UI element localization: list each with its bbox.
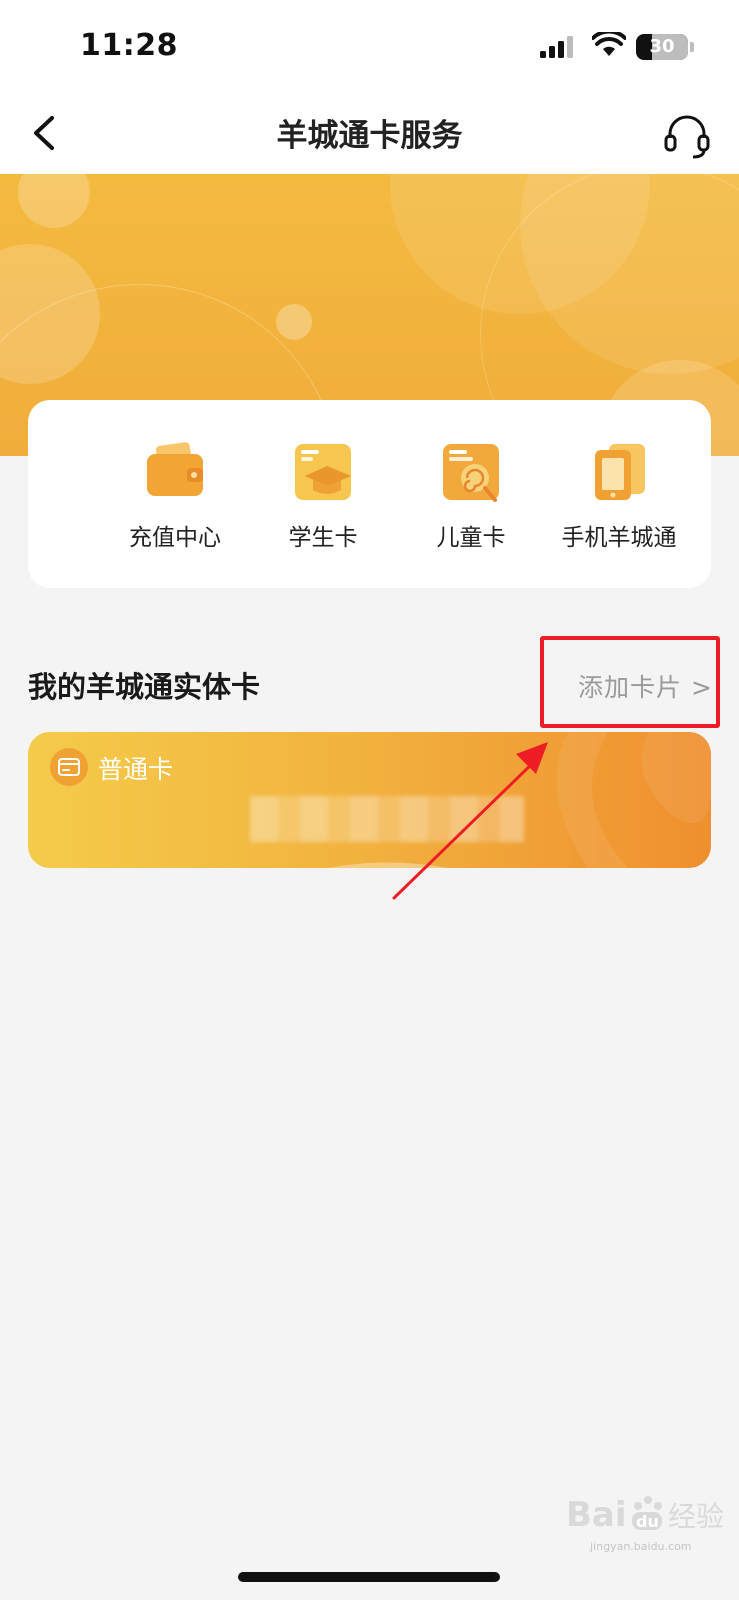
watermark-url: jingyan.baidu.com — [590, 1540, 692, 1553]
card-icon — [58, 758, 80, 776]
quick-action-child-card[interactable]: 儿童卡 — [396, 440, 546, 560]
annotation-arrow — [392, 742, 548, 900]
wifi-icon — [592, 32, 626, 56]
page-title: 羊城通卡服务 — [276, 118, 463, 154]
baidu-jingyan-watermark: Bai du 经验 — [566, 1495, 724, 1535]
battery-icon: 30 — [636, 34, 688, 60]
customer-service-button[interactable] — [660, 108, 714, 162]
quick-action-label: 手机羊城通 — [561, 525, 677, 551]
wallet-icon — [147, 442, 203, 496]
card-type-badge — [50, 748, 88, 786]
banner-decoration — [276, 304, 312, 340]
status-bar: 11:28 30 — [0, 0, 739, 96]
svg-text:Bai: Bai — [566, 1495, 627, 1535]
lollipop-icon — [443, 444, 499, 502]
phone-card-icon — [595, 444, 645, 500]
graduation-cap-icon — [295, 444, 351, 500]
quick-action-mobile-yct[interactable]: 手机羊城通 — [544, 440, 694, 560]
annotation-highlight-box — [540, 636, 720, 728]
svg-text:经验: 经验 — [668, 1500, 724, 1533]
banner-decoration — [18, 174, 90, 228]
battery-percent: 30 — [649, 36, 675, 57]
my-cards-title: 我的羊城通实体卡 — [28, 670, 261, 704]
cellular-signal-icon — [540, 36, 573, 58]
nav-bar: 羊城通卡服务 — [0, 96, 739, 174]
svg-text:du: du — [636, 1512, 659, 1531]
quick-action-label: 充值中心 — [129, 525, 221, 551]
quick-action-label: 儿童卡 — [436, 525, 506, 551]
quick-actions-card: 充值中心 学生卡 儿童卡 手机羊城通 — [28, 400, 711, 588]
status-time: 11:28 — [80, 28, 178, 63]
card-name: 普通卡 — [98, 755, 174, 784]
battery-nub — [690, 42, 694, 52]
headset-icon — [664, 115, 710, 159]
quick-action-student-card[interactable]: 学生卡 — [248, 440, 398, 560]
physical-card-item[interactable]: 普通卡 — [28, 732, 711, 868]
quick-action-label: 学生卡 — [288, 525, 358, 551]
home-indicator[interactable] — [238, 1572, 500, 1582]
quick-action-recharge[interactable]: 充值中心 — [100, 440, 250, 560]
